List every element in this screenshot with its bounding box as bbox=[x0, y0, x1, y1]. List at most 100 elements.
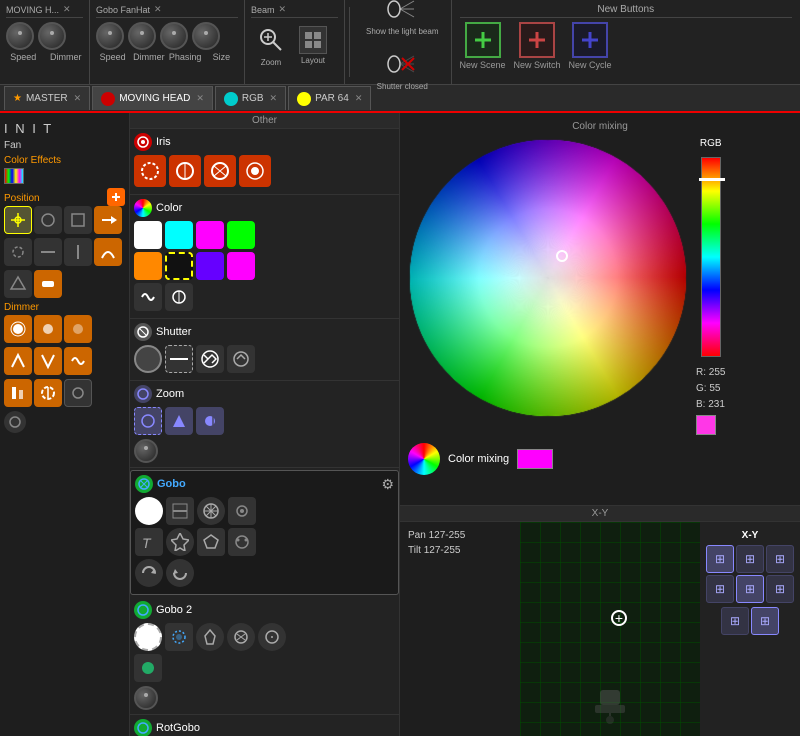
gobo-pattern-3[interactable]: T bbox=[135, 528, 163, 556]
dim-icon-5[interactable] bbox=[34, 347, 62, 375]
shutter-closed-btn[interactable]: Shutter closed bbox=[362, 46, 443, 93]
color-effects-stripe[interactable] bbox=[4, 168, 24, 184]
tab-rgb[interactable]: RGB ✕ bbox=[215, 86, 286, 110]
gobo-pattern-6[interactable] bbox=[228, 528, 256, 556]
zoom-btn-2[interactable] bbox=[165, 407, 193, 435]
pos-icon-9[interactable] bbox=[4, 270, 32, 298]
gobo-rotate-2[interactable] bbox=[166, 559, 194, 587]
dim-icon-4[interactable] bbox=[4, 347, 32, 375]
xy-btn-7[interactable]: ⊞ bbox=[721, 607, 749, 635]
color-cursor[interactable] bbox=[556, 250, 568, 262]
iris-btn-3[interactable] bbox=[204, 155, 236, 187]
moving-head-close[interactable]: ✕ bbox=[63, 4, 71, 15]
gobo2-pattern-2[interactable] bbox=[196, 623, 224, 651]
new-cycle-btn[interactable]: New Cycle bbox=[569, 22, 612, 70]
shutter-btn-4[interactable] bbox=[227, 345, 255, 373]
gobo-fanhat-close[interactable]: ✕ bbox=[154, 4, 162, 15]
pos-icon-1[interactable] bbox=[4, 206, 32, 234]
pos-icon-6[interactable] bbox=[34, 238, 62, 266]
xy-btn-2[interactable]: ⊞ bbox=[736, 545, 764, 573]
dim-icon-2[interactable] bbox=[34, 315, 62, 343]
zoom-btn-1[interactable] bbox=[134, 407, 162, 435]
color-green[interactable] bbox=[227, 221, 255, 249]
gobo-pattern-2[interactable] bbox=[228, 497, 256, 525]
dim-icon-8[interactable] bbox=[34, 379, 62, 407]
color-mixing-wheel-btn[interactable] bbox=[408, 443, 440, 475]
tab-rgb-close[interactable]: ✕ bbox=[270, 93, 278, 104]
gobo2-pattern-3[interactable] bbox=[227, 623, 255, 651]
color-pink[interactable] bbox=[227, 252, 255, 280]
gobo-dimmer-knob[interactable] bbox=[128, 22, 156, 50]
shutter-btn-3[interactable] bbox=[196, 345, 224, 373]
iris-btn-4[interactable] bbox=[239, 155, 271, 187]
pos-icon-8[interactable] bbox=[94, 238, 122, 266]
gobo-size-knob[interactable] bbox=[192, 22, 220, 50]
color-fx-2[interactable] bbox=[165, 283, 193, 311]
gobo-stripe[interactable] bbox=[166, 497, 194, 525]
color-wheel-canvas[interactable] bbox=[408, 138, 688, 418]
xy-btn-4[interactable]: ⊞ bbox=[706, 575, 734, 603]
color-black-yellow[interactable] bbox=[165, 252, 193, 280]
color-purple[interactable] bbox=[196, 252, 224, 280]
xy-btn-5[interactable]: ⊞ bbox=[736, 575, 764, 603]
small-circle-icon[interactable] bbox=[4, 411, 26, 433]
position-add-btn[interactable] bbox=[107, 188, 125, 206]
mh-speed-knob[interactable] bbox=[6, 22, 34, 50]
gobo-rotate-1[interactable] bbox=[135, 559, 163, 587]
iris-btn-2[interactable] bbox=[169, 155, 201, 187]
gobo-settings-icon[interactable]: ⚙ bbox=[381, 476, 394, 493]
pos-icon-2[interactable] bbox=[34, 206, 62, 234]
color-wheel-container[interactable] bbox=[408, 138, 688, 418]
tab-master-close[interactable]: ✕ bbox=[74, 93, 82, 104]
tab-par64[interactable]: PAR 64 ✕ bbox=[288, 86, 371, 110]
iris-btn-1[interactable] bbox=[134, 155, 166, 187]
color-fx-1[interactable] bbox=[134, 283, 162, 311]
color-cyan[interactable] bbox=[165, 221, 193, 249]
xy-btn-1[interactable]: ⊞ bbox=[706, 545, 734, 573]
shutter-btn-1[interactable] bbox=[134, 345, 162, 373]
zoom-btn[interactable]: Zoom bbox=[251, 22, 291, 69]
pos-icon-4[interactable] bbox=[94, 206, 122, 234]
zoom-knob[interactable] bbox=[134, 439, 158, 463]
xy-crosshair[interactable] bbox=[611, 610, 627, 626]
dim-icon-9[interactable] bbox=[64, 379, 92, 407]
gobo-open[interactable] bbox=[135, 497, 163, 525]
pos-icon-10[interactable] bbox=[34, 270, 62, 298]
pos-icon-5[interactable] bbox=[4, 238, 32, 266]
dim-icon-3[interactable] bbox=[64, 315, 92, 343]
show-light-beam-btn[interactable]: Show the light beam bbox=[362, 0, 443, 38]
xy-btn-6[interactable]: ⊞ bbox=[766, 575, 794, 603]
layout-btn[interactable]: Layout bbox=[295, 24, 331, 67]
tab-moving-head[interactable]: MOVING HEAD ✕ bbox=[92, 86, 213, 110]
dim-icon-7[interactable] bbox=[4, 379, 32, 407]
gobo-pattern-4[interactable] bbox=[166, 528, 194, 556]
gobo-speed-knob[interactable] bbox=[96, 22, 124, 50]
zoom-btn-3[interactable] bbox=[196, 407, 224, 435]
color-orange[interactable] bbox=[134, 252, 162, 280]
hue-strip[interactable] bbox=[701, 157, 721, 357]
dim-icon-6[interactable] bbox=[64, 347, 92, 375]
gobo2-knob[interactable] bbox=[134, 686, 158, 710]
gobo2-pattern-1[interactable] bbox=[165, 623, 193, 651]
xy-btn-8[interactable]: ⊞ bbox=[751, 607, 779, 635]
gobo2-open[interactable] bbox=[134, 623, 162, 651]
dim-icon-1[interactable] bbox=[4, 315, 32, 343]
gobo-phasing-knob[interactable] bbox=[160, 22, 188, 50]
pos-icon-7[interactable] bbox=[64, 238, 92, 266]
tab-master[interactable]: ★ MASTER ✕ bbox=[4, 86, 90, 110]
gobo2-pattern-4[interactable] bbox=[258, 623, 286, 651]
tab-moving-head-close[interactable]: ✕ bbox=[196, 93, 204, 104]
gobo-pattern-5[interactable] bbox=[197, 528, 225, 556]
tab-par64-close[interactable]: ✕ bbox=[355, 93, 363, 104]
xy-btn-3[interactable]: ⊞ bbox=[766, 545, 794, 573]
hue-strip-container[interactable] bbox=[701, 157, 721, 357]
pos-icon-3[interactable] bbox=[64, 206, 92, 234]
shutter-btn-2[interactable] bbox=[165, 345, 193, 373]
xy-grid[interactable] bbox=[520, 522, 700, 736]
new-switch-btn[interactable]: New Switch bbox=[514, 22, 561, 70]
gobo2-ball[interactable] bbox=[134, 654, 162, 682]
new-scene-btn[interactable]: New Scene bbox=[460, 22, 506, 70]
gobo-pattern-1[interactable] bbox=[197, 497, 225, 525]
mh-dimmer-knob[interactable] bbox=[38, 22, 66, 50]
color-white[interactable] bbox=[134, 221, 162, 249]
